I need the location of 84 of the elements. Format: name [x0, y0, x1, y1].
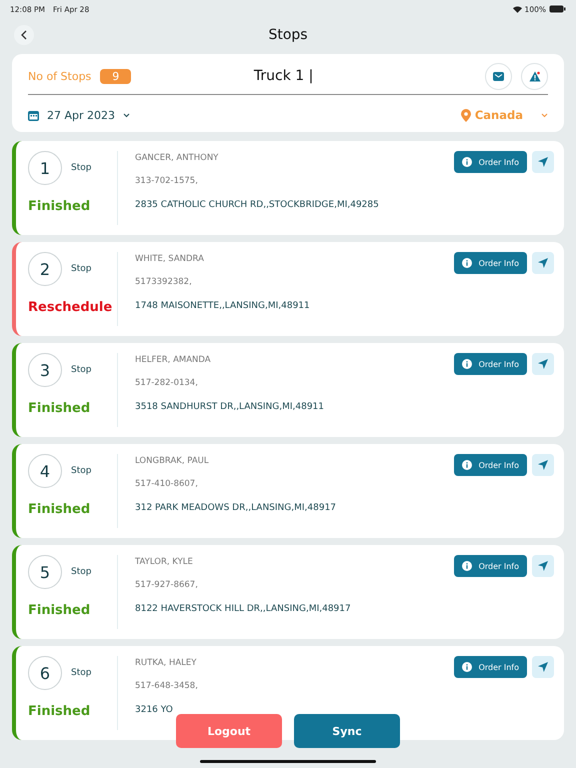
- navigate-button[interactable]: [532, 151, 554, 173]
- truck-name: Truck 1 |: [252, 68, 314, 84]
- info-icon: [462, 460, 472, 470]
- order-info-button[interactable]: Order Info: [454, 656, 527, 678]
- stop-card[interactable]: 2 Stop Reschedule WHITE, SANDRA 5173392382, 1748 MAISONETTE,,LANSING,MI,48911 Order Info: [12, 242, 564, 336]
- address: 3216 YO: [135, 705, 174, 715]
- order-info-button[interactable]: Order Info: [454, 151, 527, 173]
- calendar-icon: [28, 110, 39, 120]
- stop-status: Finished: [28, 401, 92, 416]
- date-picker[interactable]: 27 Apr 2023: [47, 108, 116, 122]
- navigate-button[interactable]: [532, 555, 554, 577]
- wifi-icon: [512, 6, 522, 12]
- stop-number: 4: [28, 454, 62, 488]
- phone-number: 517-410-8607,: [135, 479, 199, 489]
- navigate-button[interactable]: [532, 656, 554, 678]
- customer-name: GANCER, ANTHONY: [135, 153, 220, 163]
- address: 1748 MAISONETTE,,LANSING,MI,48911: [135, 301, 311, 311]
- stop-card[interactable]: 1 Stop Finished GANCER, ANTHONY 313-702-1575, 2835 CATHOLIC CHURCH RD,,STOCKBRIDGE,MI,49285 Order Info: [12, 141, 564, 235]
- stop-number: 2: [28, 252, 62, 286]
- address: 312 PARK MEADOWS DR,,LANSING,MI,48917: [135, 503, 338, 513]
- address: 2835 CATHOLIC CHURCH RD,,STOCKBRIDGE,MI,49285: [135, 200, 380, 210]
- stop-number: 6: [28, 656, 62, 690]
- logout-button[interactable]: Logout: [176, 714, 282, 748]
- navigation-arrow-icon: [538, 561, 548, 571]
- phone-number: 517-927-8667,: [135, 580, 199, 590]
- navigation-arrow-icon: [538, 157, 548, 167]
- stop-card[interactable]: 3 Stop Finished HELFER, AMANDA 517-282-0134, 3518 SANDHURST DR,,LANSING,MI,48911 Order Info: [12, 343, 564, 437]
- stop-status: Finished: [28, 603, 92, 618]
- customer-name: WHITE, SANDRA: [135, 254, 205, 264]
- stop-label: Stop: [71, 668, 92, 678]
- stop-status: Finished: [28, 704, 92, 719]
- customer-name: HELFER, AMANDA: [135, 355, 212, 365]
- stop-label: Stop: [71, 264, 92, 274]
- navigation-arrow-icon: [538, 460, 548, 470]
- info-icon: [462, 359, 472, 369]
- alert-button[interactable]: [521, 62, 548, 90]
- customer-name: LONGBRAK, PAUL: [135, 456, 210, 466]
- info-icon: [462, 258, 472, 268]
- stop-card[interactable]: 5 Stop Finished TAYLOR, KYLE 517-927-8667, 8122 HAVERSTOCK HILL DR,,LANSING,MI,48917 Order Info: [12, 545, 564, 639]
- navigate-button[interactable]: [532, 454, 554, 476]
- address: 8122 HAVERSTOCK HILL DR,,LANSING,MI,48917: [135, 604, 352, 614]
- navigation-arrow-icon: [538, 258, 548, 268]
- back-icon: [20, 30, 28, 40]
- stop-status: Reschedule: [28, 300, 114, 315]
- phone-number: 517-648-3458,: [135, 681, 199, 691]
- stops-label: No of Stops: [28, 70, 92, 82]
- order-info-button[interactable]: Order Info: [454, 555, 527, 577]
- navigate-button[interactable]: [532, 252, 554, 274]
- mail-icon: [493, 72, 504, 80]
- stop-status: Finished: [28, 199, 92, 214]
- stop-number: 5: [28, 555, 62, 589]
- customer-name: TAYLOR, KYLE: [135, 557, 194, 567]
- sync-button[interactable]: Sync: [294, 714, 400, 748]
- info-icon: [462, 561, 472, 571]
- stop-label: Stop: [71, 163, 92, 173]
- stops-count-badge: 9: [100, 68, 132, 84]
- order-info-button[interactable]: Order Info: [454, 353, 527, 375]
- battery-icon: [549, 5, 566, 13]
- stop-label: Stop: [71, 466, 92, 476]
- phone-number: 5173392382,: [135, 277, 193, 287]
- stop-status: Finished: [28, 502, 92, 517]
- order-info-button[interactable]: Order Info: [454, 454, 527, 476]
- navigate-button[interactable]: [532, 353, 554, 375]
- stop-label: Stop: [71, 365, 92, 375]
- back-button[interactable]: [14, 25, 34, 45]
- info-icon: [462, 662, 472, 672]
- stop-card[interactable]: 4 Stop Finished LONGBRAK, PAUL 517-410-8607, 312 PARK MEADOWS DR,,LANSING,MI,48917 Order Info: [12, 444, 564, 538]
- stop-number: 1: [28, 151, 62, 185]
- navigation-arrow-icon: [538, 662, 548, 672]
- stop-label: Stop: [71, 567, 92, 577]
- address: 3518 SANDHURST DR,,LANSING,MI,48911: [135, 402, 326, 412]
- chevron-down-icon: [123, 112, 130, 118]
- location-pin-icon: [460, 108, 471, 122]
- page-title: Stops: [268, 27, 308, 43]
- phone-number: 313-702-1575,: [135, 176, 199, 186]
- info-icon: [462, 157, 472, 167]
- order-info-button[interactable]: Order Info: [454, 252, 527, 274]
- navigation-arrow-icon: [538, 359, 548, 369]
- chevron-down-icon: [541, 112, 548, 118]
- customer-name: RUTKA, HALEY: [135, 658, 198, 668]
- warning-icon: [528, 70, 540, 82]
- mail-button[interactable]: [485, 62, 512, 90]
- stop-number: 3: [28, 353, 62, 387]
- phone-number: 517-282-0134,: [135, 378, 199, 388]
